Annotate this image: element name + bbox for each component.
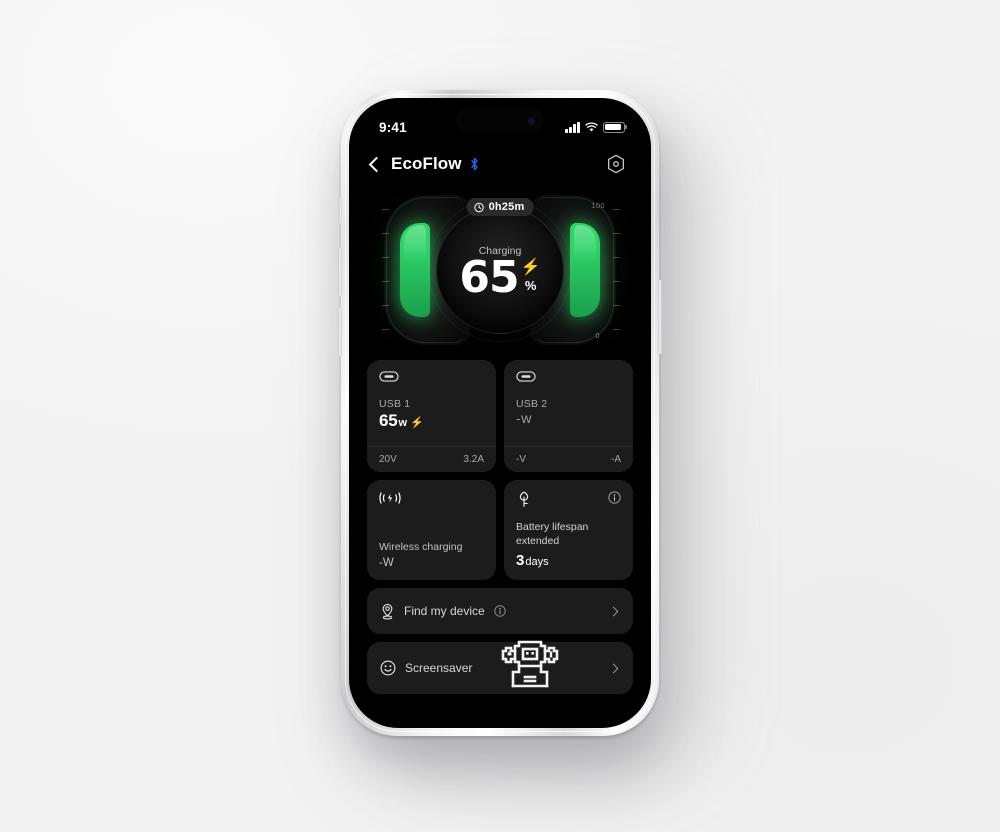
gauge-dial-ring xyxy=(428,198,572,342)
find-my-device-label: Find my device xyxy=(404,604,485,618)
usb2-body: USB 2 - W xyxy=(504,360,633,446)
back-button[interactable] xyxy=(368,156,385,172)
main-content: 0h25m 100 0 Charging 65 ⚡ % USB 1 65 w ⚡… xyxy=(349,186,651,694)
usb-ports-grid: USB 1 65 w ⚡ 20V 3.2A USB 2 - W -V -A Wi… xyxy=(367,360,633,580)
usb2-power: - W xyxy=(516,411,621,426)
time-remaining-badge: 0h25m xyxy=(466,198,534,216)
front-camera-dot xyxy=(528,117,535,124)
usb1-footer: 20V 3.2A xyxy=(367,446,496,472)
dynamic-island xyxy=(456,108,544,133)
usb-c-port-icon xyxy=(516,371,536,382)
usb2-power-unit: W xyxy=(521,414,532,426)
info-icon[interactable] xyxy=(608,491,621,504)
screensaver-row[interactable]: Screensaver xyxy=(367,640,633,694)
status-bar-time: 9:41 xyxy=(379,119,407,135)
wireless-charging-value: -W xyxy=(379,557,394,569)
battery-gauge: 0h25m 100 0 Charging 65 ⚡ % xyxy=(367,186,633,354)
time-remaining-value: 0h25m xyxy=(488,201,525,213)
volume-down-button[interactable] xyxy=(338,308,342,356)
location-pin-icon xyxy=(382,603,393,619)
find-my-device-row[interactable]: Find my device xyxy=(367,588,633,634)
navigation-bar: EcoFlow xyxy=(349,142,651,182)
lightning-bolt-icon: ⚡ xyxy=(410,417,424,429)
gauge-ticks-left xyxy=(380,209,389,331)
usb1-power-unit: w xyxy=(398,417,408,429)
status-bar: 9:41 xyxy=(349,98,651,142)
battery-icon xyxy=(603,121,625,133)
usb2-power-value: - xyxy=(516,411,521,426)
gauge-ticks-right xyxy=(611,209,620,331)
usb1-label: USB 1 xyxy=(379,398,411,410)
usb2-current: -A xyxy=(611,454,621,465)
usb1-power-value: 65 xyxy=(379,411,398,430)
usb1-body: USB 1 65 w ⚡ xyxy=(367,360,496,446)
lifespan-header xyxy=(516,491,621,508)
cellular-bars-icon xyxy=(565,121,580,133)
gauge-fill-right xyxy=(570,223,600,317)
pixel-robot-icon xyxy=(501,640,559,688)
status-bar-indicators xyxy=(565,121,625,133)
usb-port-card-2[interactable]: USB 2 - W -V -A xyxy=(504,360,633,472)
gauge-scale-max: 100 xyxy=(591,201,605,210)
silent-switch[interactable] xyxy=(339,198,342,224)
battery-lifespan-card[interactable]: Battery lifespan extended 3 days xyxy=(504,480,633,580)
battery-lifespan-unit: days xyxy=(525,556,549,568)
usb2-footer: -V -A xyxy=(504,446,633,472)
chevron-right-icon xyxy=(608,663,619,673)
info-icon[interactable] xyxy=(494,605,506,617)
volume-up-button[interactable] xyxy=(338,248,342,296)
usb1-voltage: 20V xyxy=(379,454,397,465)
gear-icon[interactable] xyxy=(605,153,627,175)
battery-lifespan-value-group: 3 days xyxy=(516,552,621,569)
usb1-power: 65 w ⚡ xyxy=(379,411,484,431)
wifi-icon xyxy=(585,122,598,131)
battery-lifespan-value: 3 xyxy=(516,552,525,569)
gauge-frame: 100 0 Charging 65 ⚡ % xyxy=(382,195,620,345)
smiley-face-icon xyxy=(380,660,396,676)
usb-c-port-icon xyxy=(379,371,399,382)
wireless-charging-label: Wireless charging xyxy=(379,541,463,553)
page-title: EcoFlow xyxy=(391,154,462,173)
chevron-right-icon xyxy=(608,606,619,616)
usb1-current: 3.2A xyxy=(463,454,484,465)
power-button[interactable] xyxy=(658,280,662,354)
phone-device-frame: 9:41 EcoFlow 0h25m 100 0 Charging 65 ⚡ %… xyxy=(338,90,662,736)
battery-lifespan-label: Battery lifespan extended xyxy=(516,521,589,548)
gauge-center-dial: Charging 65 ⚡ % xyxy=(428,198,572,342)
leaf-icon xyxy=(519,491,529,508)
gauge-fill-left xyxy=(400,223,430,317)
gauge-scale-min: 0 xyxy=(595,331,600,340)
wireless-charging-card[interactable]: Wireless charging -W xyxy=(367,480,496,580)
screensaver-label: Screensaver xyxy=(405,661,473,675)
usb2-voltage: -V xyxy=(516,454,526,465)
phone-screen: 9:41 EcoFlow 0h25m 100 0 Charging 65 ⚡ %… xyxy=(349,98,651,728)
clock-icon xyxy=(474,202,484,212)
wireless-charging-icon xyxy=(379,492,401,504)
bluetooth-icon xyxy=(470,157,478,171)
usb-port-card-1[interactable]: USB 1 65 w ⚡ 20V 3.2A xyxy=(367,360,496,472)
nav-left-group: EcoFlow xyxy=(368,154,479,174)
usb2-label: USB 2 xyxy=(516,398,548,410)
